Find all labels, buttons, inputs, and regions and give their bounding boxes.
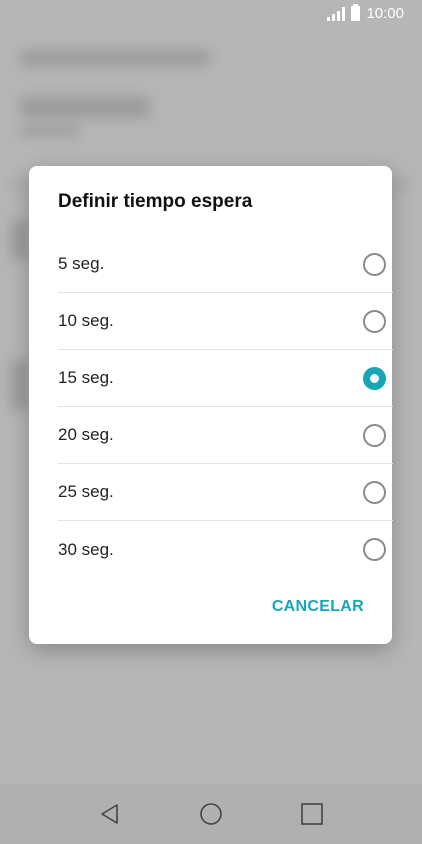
option-label: 30 seg. [58,539,114,559]
option-label: 20 seg. [58,425,114,444]
navigation-bar [0,784,422,844]
radio-button[interactable] [363,538,386,561]
dialog-title: Definir tiempo espera [58,191,253,212]
option-label: 25 seg. [58,482,114,501]
option-label: 10 seg. [58,311,114,330]
status-bar: 10:00 [0,0,422,30]
cancel-button[interactable]: CANCELAR [272,598,364,616]
home-icon [200,803,222,825]
radio-button[interactable] [363,423,386,447]
option-25-seg[interactable]: 25 seg. [58,464,393,521]
back-icon [101,804,119,824]
radio-button[interactable] [363,309,386,333]
back-button[interactable] [90,794,130,834]
option-20-seg[interactable]: 20 seg. [58,407,393,464]
status-time: 10:00 [366,5,404,22]
signal-icon [327,6,346,21]
timeout-dialog: Definir tiempo espera 5 seg. 10 seg. 15 … [29,166,393,644]
home-button[interactable] [191,794,231,834]
radio-button[interactable] [363,252,386,276]
recents-icon [300,803,323,825]
option-list: 5 seg. 10 seg. 15 seg. 20 seg. 25 seg. 3… [58,236,393,578]
option-label: 15 seg. [58,368,114,387]
option-10-seg[interactable]: 10 seg. [58,293,393,350]
battery-icon [351,4,361,21]
recents-button[interactable] [292,794,332,834]
option-30-seg[interactable]: 30 seg. [58,521,393,578]
radio-button[interactable] [363,480,386,504]
status-icons: 10:00 [327,4,404,22]
option-5-seg[interactable]: 5 seg. [58,236,393,293]
radio-button-selected[interactable] [363,366,386,390]
option-15-seg[interactable]: 15 seg. [58,350,393,407]
option-label: 5 seg. [58,254,105,273]
